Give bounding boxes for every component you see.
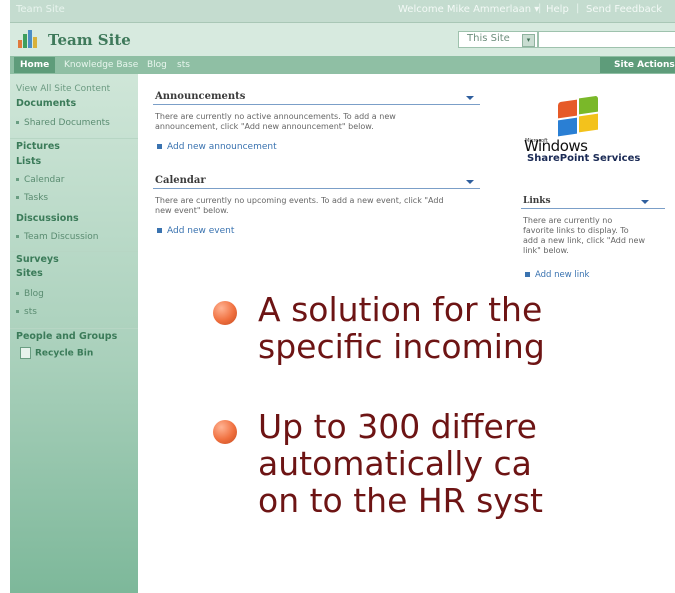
help-link[interactable]: Help: [546, 4, 569, 15]
quicklaunch-heading-lists[interactable]: Lists: [10, 156, 144, 167]
chevron-down-icon[interactable]: [466, 180, 474, 184]
quicklaunch-item-label: Blog: [24, 289, 44, 299]
separator: |: [538, 3, 542, 14]
site-header: Team Site This Site ▾: [10, 23, 675, 56]
add-link-label: Add new announcement: [167, 142, 277, 152]
add-new-event-link[interactable]: Add new event: [157, 226, 234, 236]
windows-flag-icon: [556, 95, 600, 137]
add-icon: [525, 272, 530, 277]
tab-knowledge-base[interactable]: Knowledge Base: [58, 57, 144, 73]
add-link-label: Add new link: [535, 270, 590, 280]
quick-launch: View All Site Content Documents Shared D…: [10, 74, 144, 593]
tab-home[interactable]: Home: [14, 57, 56, 73]
quicklaunch-item-label: sts: [24, 307, 37, 317]
recycle-bin-link[interactable]: Recycle Bin: [10, 347, 148, 359]
bullet-text-line: Up to 300 differe: [258, 407, 537, 446]
search-input[interactable]: [538, 31, 675, 48]
tab-blog[interactable]: Blog: [141, 57, 173, 73]
add-icon: [157, 228, 162, 233]
top-navigation: Home Knowledge Base Blog sts Site Action…: [10, 56, 675, 74]
site-logo-icon: [18, 30, 38, 48]
top-bar: Team Site Welcome Mike Ammerlaan ▾ | Hel…: [10, 0, 675, 23]
bullet-text-line: on to the HR syst: [258, 481, 543, 520]
announcements-title[interactable]: Announcements: [155, 91, 245, 102]
quicklaunch-item-label: Calendar: [24, 175, 65, 185]
separator: |: [576, 3, 580, 14]
links-title[interactable]: Links: [523, 196, 551, 206]
site-title[interactable]: Team Site: [48, 31, 131, 49]
quicklaunch-item-calendar[interactable]: Calendar: [10, 175, 144, 185]
add-link-label: Add new event: [167, 226, 235, 236]
bullet-text-line: automatically ca: [258, 444, 532, 483]
site-breadcrumb-link[interactable]: Team Site: [16, 4, 65, 15]
calendar-empty-line2: new event" below.: [155, 206, 229, 215]
chevron-down-icon[interactable]: ▾: [522, 34, 535, 47]
quicklaunch-heading-people-groups[interactable]: People and Groups: [10, 328, 144, 342]
quicklaunch-heading-pictures[interactable]: Pictures: [10, 138, 144, 152]
quicklaunch-item-label: Team Discussion: [24, 232, 99, 242]
tab-sts[interactable]: sts: [171, 57, 196, 73]
webpart-divider: [521, 208, 665, 209]
orange-bullet-icon: [213, 301, 237, 325]
quicklaunch-heading-documents[interactable]: Documents: [10, 98, 144, 109]
links-empty-line1: There are currently no: [523, 216, 613, 225]
orange-bullet-icon: [213, 420, 237, 444]
add-icon: [157, 144, 162, 149]
webpart-divider: [153, 188, 480, 189]
quicklaunch-item-label: Tasks: [24, 193, 49, 203]
chevron-down-icon[interactable]: [466, 96, 474, 100]
announcements-empty-line1: There are currently no active announceme…: [155, 112, 396, 121]
bullet-text-line: A solution for the: [258, 290, 543, 329]
quicklaunch-item-sts[interactable]: sts: [10, 307, 144, 317]
announcements-empty-line2: announcement, click "Add new announcemen…: [155, 122, 374, 131]
sharepoint-services-wordmark: SharePoint Services: [527, 153, 641, 164]
quicklaunch-item-tasks[interactable]: Tasks: [10, 193, 144, 203]
send-feedback-link[interactable]: Send Feedback: [586, 4, 662, 15]
calendar-title[interactable]: Calendar: [155, 175, 206, 186]
search-scope-select[interactable]: This Site ▾: [458, 31, 538, 48]
welcome-menu[interactable]: Welcome Mike Ammerlaan ▾: [398, 4, 539, 15]
site-actions-menu[interactable]: Site Actions ▾: [600, 57, 675, 73]
links-empty-line4: link" below.: [523, 246, 569, 255]
quicklaunch-item-blog[interactable]: Blog: [10, 289, 144, 299]
search-scope-value: This Site: [467, 33, 510, 44]
quicklaunch-heading-discussions[interactable]: Discussions: [10, 213, 144, 224]
recycle-bin-icon: [20, 347, 31, 359]
quicklaunch-heading-surveys[interactable]: Surveys: [10, 251, 144, 265]
quicklaunch-item-label: Shared Documents: [24, 118, 110, 128]
links-empty-line3: add a new link, click "Add new: [523, 236, 646, 245]
webpart-divider: [153, 104, 480, 105]
recycle-bin-label: Recycle Bin: [35, 348, 94, 359]
sharepoint-screenshot: Team Site Welcome Mike Ammerlaan ▾ | Hel…: [0, 0, 675, 593]
add-new-announcement-link[interactable]: Add new announcement: [157, 142, 277, 152]
quicklaunch-item-team-discussion[interactable]: Team Discussion: [10, 232, 144, 242]
add-new-link-link[interactable]: Add new link: [525, 270, 589, 280]
view-all-site-content-link[interactable]: View All Site Content: [10, 84, 144, 94]
quicklaunch-item-shared-documents[interactable]: Shared Documents: [10, 118, 144, 128]
chevron-down-icon[interactable]: [641, 200, 649, 204]
bullet-text-line: specific incoming: [258, 327, 545, 366]
calendar-empty-line1: There are currently no upcoming events. …: [155, 196, 444, 205]
quicklaunch-heading-sites[interactable]: Sites: [10, 268, 144, 279]
links-empty-line2: favorite links to display. To: [523, 226, 629, 235]
